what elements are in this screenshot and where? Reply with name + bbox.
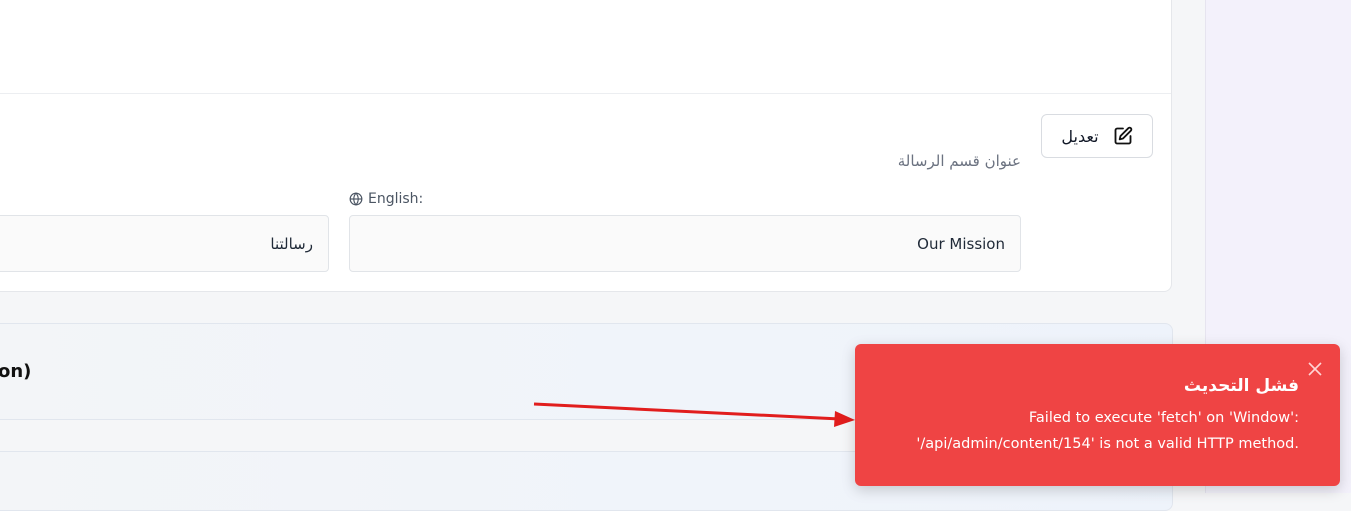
english-label: English: (349, 191, 423, 207)
arabic-title-field[interactable]: رسالتنا (0, 215, 329, 272)
card-divider (0, 93, 1171, 94)
edit-button-label: تعديل (1061, 126, 1099, 146)
collapsible-section-title: on) (0, 361, 32, 382)
toast-title: فشل التحديث (1183, 376, 1299, 396)
globe-icon (349, 192, 363, 206)
english-label-text: English: (368, 191, 424, 207)
error-toast: فشل التحديث Failed to execute 'fetch' on… (855, 344, 1340, 486)
section-title: عنوان قسم الرسالة (897, 152, 1021, 170)
annotation-arrow (533, 402, 855, 427)
english-title-value: Our Mission (917, 234, 1005, 253)
toast-message-line2: '/api/admin/content/154' is not a valid … (916, 436, 1299, 452)
edit-icon (1114, 126, 1132, 145)
toast-message-line1: Failed to execute 'fetch' on 'Window': (1028, 410, 1299, 426)
arabic-title-value: رسالتنا (270, 234, 313, 253)
close-icon[interactable] (1308, 362, 1322, 376)
toast-message: Failed to execute 'fetch' on 'Window': '… (879, 405, 1299, 457)
edit-button[interactable]: تعديل (1041, 114, 1153, 158)
english-title-field[interactable]: Our Mission (349, 215, 1021, 272)
